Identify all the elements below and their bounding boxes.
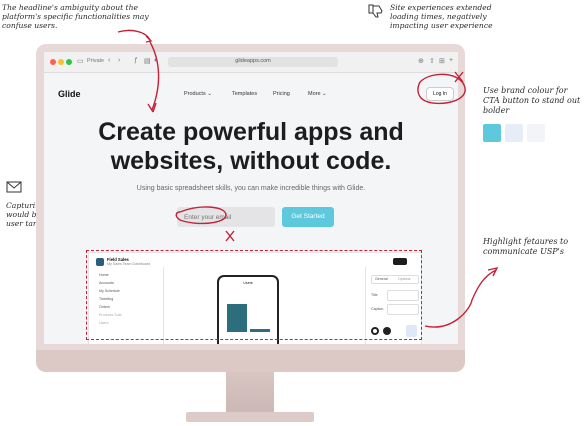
feature-highlight-box (86, 250, 422, 340)
annotation-arrow-headline (117, 29, 499, 328)
